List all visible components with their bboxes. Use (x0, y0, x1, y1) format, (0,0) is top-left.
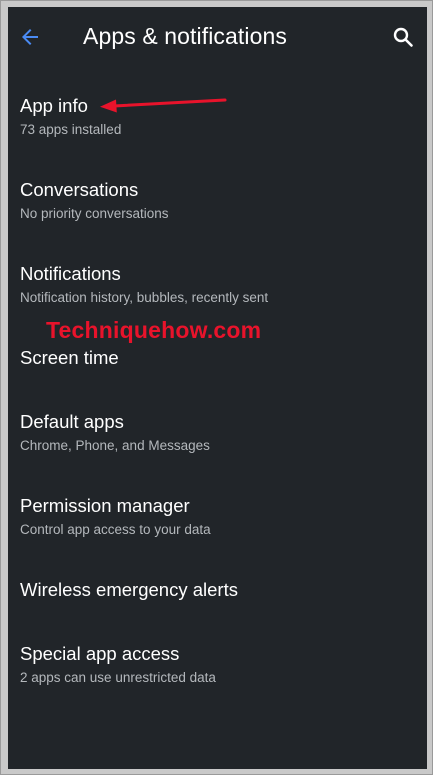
item-title: Notifications (20, 263, 121, 284)
arrow-back-icon (22, 29, 38, 45)
settings-item-special-app-access[interactable]: Special app access 2 apps can use unrest… (8, 643, 427, 693)
item-subtitle: Chrome, Phone, and Messages (20, 438, 210, 453)
item-title: App info (20, 95, 88, 116)
item-subtitle: No priority conversations (20, 206, 169, 221)
settings-item-default-apps[interactable]: Default apps Chrome, Phone, and Messages (8, 411, 427, 461)
item-subtitle: Notification history, bubbles, recently … (20, 290, 269, 305)
settings-item-screen-time[interactable]: Screen time (8, 347, 427, 377)
item-title: Wireless emergency alerts (20, 579, 238, 600)
watermark-text: Techniquehow.com (46, 317, 262, 343)
back-button[interactable] (16, 23, 44, 51)
page-title: Apps & notifications (83, 23, 288, 49)
item-title: Default apps (20, 411, 124, 432)
settings-item-permission-manager[interactable]: Permission manager Control app access to… (8, 495, 427, 545)
settings-screen: Apps & notifications App info 73 apps in… (8, 7, 427, 769)
item-subtitle: 73 apps installed (20, 122, 122, 137)
settings-item-notifications[interactable]: Notifications Notification history, bubb… (8, 263, 427, 313)
search-button[interactable] (388, 22, 418, 52)
item-title: Special app access (20, 643, 180, 664)
annotation-arrow-icon (100, 98, 227, 113)
settings-item-wireless-emergency-alerts[interactable]: Wireless emergency alerts (8, 579, 427, 609)
screenshot-frame: Apps & notifications App info 73 apps in… (0, 0, 433, 775)
app-bar: Apps & notifications (8, 7, 427, 67)
item-title: Permission manager (20, 495, 190, 516)
item-subtitle: Control app access to your data (20, 522, 211, 537)
search-icon (393, 27, 413, 47)
item-title: Conversations (20, 179, 139, 200)
settings-item-conversations[interactable]: Conversations No priority conversations (8, 179, 427, 229)
item-subtitle: 2 apps can use unrestricted data (20, 670, 216, 685)
item-title: Screen time (20, 347, 119, 368)
